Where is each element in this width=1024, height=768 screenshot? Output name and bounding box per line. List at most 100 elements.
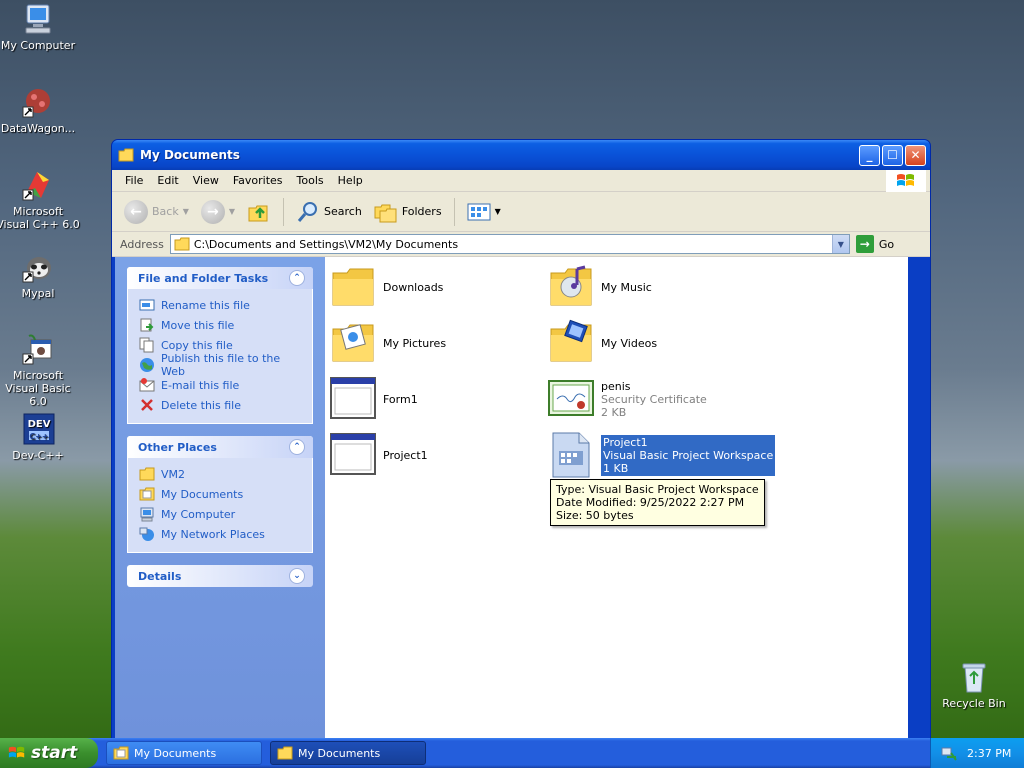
expand-icon[interactable]: ⌄ — [289, 568, 305, 584]
file-item-my-pictures[interactable]: My Pictures — [329, 319, 446, 367]
raccoon-icon — [22, 257, 51, 283]
rename-icon — [139, 299, 155, 311]
folder-icon — [139, 467, 155, 481]
maximize-icon: ☐ — [887, 148, 898, 162]
taskbar: start My Documents My Documents 2:37 PM — [0, 738, 1024, 768]
folders-button[interactable]: Folders — [370, 199, 446, 225]
details-header[interactable]: Details ⌄ — [127, 565, 313, 587]
address-value: C:\Documents and Settings\VM2\My Documen… — [193, 237, 459, 251]
menu-tools[interactable]: Tools — [290, 174, 331, 187]
menu-view[interactable]: View — [186, 174, 226, 187]
my-documents-icon — [139, 487, 155, 501]
taskbar-item-my-documents-active[interactable]: My Documents — [270, 741, 426, 765]
file-item-my-videos[interactable]: My Videos — [547, 319, 657, 367]
menu-file[interactable]: File — [118, 174, 150, 187]
maximize-button[interactable]: ☐ — [882, 144, 903, 166]
taskbar-item-my-documents[interactable]: My Documents — [106, 741, 262, 765]
task-publish[interactable]: Publish this file to the Web — [139, 352, 302, 378]
network-tray-icon[interactable] — [941, 745, 957, 761]
place-my-documents[interactable]: My Documents — [139, 484, 302, 504]
go-button[interactable]: → Go — [855, 235, 895, 253]
close-button[interactable]: ✕ — [905, 144, 926, 166]
desktop-icon-recycle-bin[interactable]: Recycle Bin — [932, 660, 1016, 710]
minimize-icon: _ — [866, 148, 873, 162]
place-my-network-places[interactable]: My Network Places — [139, 524, 302, 544]
file-item-project1[interactable]: Project1 — [329, 431, 428, 479]
visual-cpp-icon — [22, 172, 49, 201]
views-icon — [467, 203, 491, 220]
clock[interactable]: 2:37 PM — [967, 747, 1011, 760]
folder-icon — [332, 268, 374, 306]
title-bar[interactable]: My Documents _ ☐ ✕ — [112, 140, 930, 170]
my-documents-icon — [113, 746, 129, 760]
system-tray: 2:37 PM — [930, 738, 1024, 768]
menu-favorites[interactable]: Favorites — [226, 174, 290, 187]
toolbar: ← Back ▼ → ▼ Search Folders ▼ — [112, 192, 930, 232]
file-item-certificate[interactable]: penis Security Certificate 2 KB — [547, 375, 707, 423]
content-area: File and Folder Tasks ⌃ Rename this file… — [115, 257, 908, 738]
forward-button[interactable]: → ▼ — [197, 198, 239, 226]
recycle-bin-icon — [962, 663, 986, 693]
file-item-project1-workspace[interactable]: Project1 Visual Basic Project Workspace … — [547, 431, 776, 479]
task-move[interactable]: Move this file — [139, 315, 302, 335]
desktop-icon-my-computer[interactable]: My Computer — [0, 2, 80, 52]
place-my-computer[interactable]: My Computer — [139, 504, 302, 524]
windows-flag-icon — [897, 174, 914, 186]
file-folder-tasks-header[interactable]: File and Folder Tasks ⌃ — [127, 267, 313, 289]
search-button[interactable]: Search — [292, 198, 366, 226]
search-label: Search — [324, 205, 362, 218]
task-rename[interactable]: Rename this file — [139, 295, 302, 315]
desktop-icon-label: Microsoft Visual Basic 6.0 — [5, 369, 71, 408]
tooltip-type: Type: Visual Basic Project Workspace — [556, 483, 759, 496]
desktop-icon-label: Dev-C++ — [12, 449, 64, 462]
other-places-header[interactable]: Other Places ⌃ — [127, 436, 313, 458]
computer-icon — [25, 4, 51, 34]
delete-icon — [141, 399, 153, 411]
address-dropdown-button[interactable]: ▼ — [831, 235, 849, 253]
collapse-icon[interactable]: ⌃ — [289, 270, 305, 286]
panel-title: File and Folder Tasks — [138, 271, 269, 285]
up-folder-button[interactable] — [243, 198, 275, 226]
menu-help[interactable]: Help — [331, 174, 370, 187]
menu-bar: File Edit View Favorites Tools Help — [112, 170, 930, 192]
desktop-icon-visual-cpp[interactable]: Microsoft Visual C++ 6.0 — [0, 168, 80, 231]
file-item-form1[interactable]: Form1 — [329, 375, 418, 423]
vb-workspace-icon — [552, 432, 590, 478]
task-email[interactable]: E-mail this file — [139, 375, 302, 395]
place-vm2[interactable]: VM2 — [139, 464, 302, 484]
close-icon: ✕ — [910, 148, 921, 162]
desktop-icon-dev-cpp[interactable]: DEV C++ Dev-C++ — [0, 412, 80, 462]
views-button[interactable]: ▼ — [463, 200, 505, 224]
menu-edit[interactable]: Edit — [150, 174, 185, 187]
music-folder-icon — [550, 265, 592, 306]
svg-text:DEV: DEV — [28, 419, 51, 430]
file-item-downloads[interactable]: Downloads — [329, 263, 443, 311]
forward-arrow-icon: → — [200, 199, 225, 224]
task-delete[interactable]: Delete this file — [139, 395, 302, 415]
desktop-icon-label: My Computer — [0, 39, 76, 52]
panel-title: Details — [138, 569, 182, 583]
visual-basic-icon — [22, 334, 52, 365]
computer-icon — [140, 507, 154, 522]
task-pane: File and Folder Tasks ⌃ Rename this file… — [115, 257, 325, 738]
back-button[interactable]: ← Back ▼ — [120, 198, 193, 226]
collapse-icon[interactable]: ⌃ — [289, 439, 305, 455]
file-tooltip: Type: Visual Basic Project Workspace Dat… — [550, 479, 765, 526]
project-file-icon — [330, 433, 376, 475]
form-file-icon — [330, 377, 376, 419]
file-item-my-music[interactable]: My Music — [547, 263, 652, 311]
start-button[interactable]: start — [0, 738, 98, 768]
windows-logo — [886, 170, 926, 192]
desktop-icon-label: Mypal — [21, 287, 55, 300]
go-label: Go — [878, 237, 895, 251]
tooltip-size: Size: 50 bytes — [556, 509, 634, 522]
address-input[interactable]: C:\Documents and Settings\VM2\My Documen… — [169, 234, 850, 254]
toolbar-separator — [283, 197, 285, 226]
chevron-down-icon: ▼ — [182, 207, 189, 216]
minimize-button[interactable]: _ — [859, 144, 880, 166]
desktop-icon-mypal[interactable]: Mypal — [0, 250, 80, 300]
move-icon — [140, 318, 154, 332]
desktop-icon-datawagon[interactable]: DataWagon... — [0, 85, 80, 135]
window-title: My Documents — [140, 148, 240, 162]
desktop-icon-visual-basic[interactable]: Microsoft Visual Basic 6.0 — [0, 332, 80, 408]
